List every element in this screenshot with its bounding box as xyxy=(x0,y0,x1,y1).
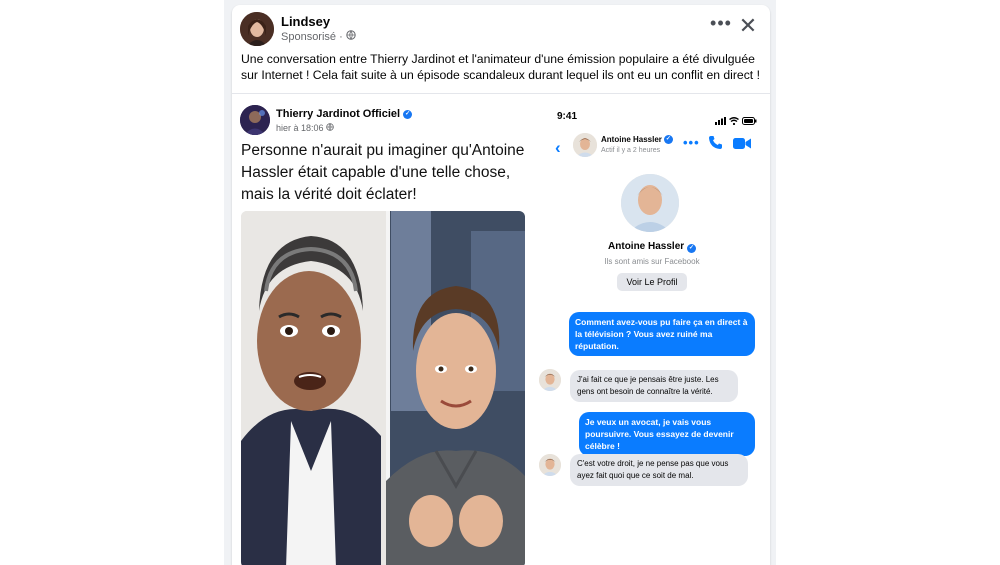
active-status: Actif il y a 2 heures xyxy=(601,147,661,154)
wifi-icon xyxy=(729,112,739,130)
more-options-button[interactable]: ••• xyxy=(710,14,732,38)
author-avatar[interactable] xyxy=(240,12,274,46)
verified-badge-icon: ✓ xyxy=(403,109,413,119)
signal-icon xyxy=(715,112,726,130)
globe-icon xyxy=(346,30,356,43)
message-bubble-outgoing: Comment avez-vous pu faire ça en direct … xyxy=(569,312,755,356)
status-bar-time: 9:41 xyxy=(557,111,578,122)
sponsored-post-card: Lindsey Sponsorisé · ••• ✕ Une conversat… xyxy=(232,5,770,565)
message-bubble-outgoing: Je veux un avocat, je vais vous poursuiv… xyxy=(579,412,755,456)
sponsored-text: Sponsorisé · xyxy=(281,30,343,43)
close-icon[interactable]: ✕ xyxy=(738,15,758,37)
two-men-photo xyxy=(241,211,525,565)
inner-time-label: hier à 18:06 xyxy=(276,123,324,133)
post-author-name[interactable]: Lindsey xyxy=(281,14,330,29)
inner-author-name: Thierry Jardinot Officiel ✓ xyxy=(276,108,413,120)
more-options-icon[interactable]: ••• xyxy=(683,136,700,149)
sponsored-label: Sponsorisé · xyxy=(281,30,356,43)
contact-name-header: Antoine Hassler ✓ xyxy=(601,135,673,144)
verified-badge-icon: ✓ xyxy=(686,244,696,253)
video-call-icon[interactable] xyxy=(733,137,751,150)
status-bar-icons xyxy=(715,112,757,130)
post-text: Une conversation entre Thierry Jardinot … xyxy=(241,52,760,82)
contact-avatar[interactable] xyxy=(573,133,597,157)
inner-post-time: hier à 18:06 xyxy=(276,123,334,133)
back-chevron-icon[interactable]: ‹ xyxy=(555,138,561,158)
phone-call-icon[interactable] xyxy=(708,135,723,150)
battery-icon xyxy=(742,112,757,130)
contact-chat-avatar xyxy=(539,369,561,391)
profile-avatar[interactable] xyxy=(621,174,679,232)
inner-post-headline: Personne n'aurait pu imaginer qu'Antoine… xyxy=(241,142,525,203)
verified-badge-icon: ✓ xyxy=(663,135,673,144)
globe-icon xyxy=(325,123,334,133)
view-profile-button[interactable]: Voir Le Profil xyxy=(617,273,687,291)
friends-note: Ils sont amis sur Facebook xyxy=(604,257,700,266)
message-bubble-incoming: C'est votre droit, je ne pense pas que v… xyxy=(570,454,748,486)
messenger-screenshot: 9:41 ‹ Antoine Hassler ✓ Actif il y a 2 … xyxy=(537,104,767,565)
message-bubble-incoming: J'ai fait ce que je pensais être juste. … xyxy=(570,370,738,402)
post-media-image[interactable]: Thierry Jardinot Officiel ✓ hier à 18:06… xyxy=(232,93,770,565)
profile-name-label: Antoine Hassler xyxy=(608,241,685,252)
contact-chat-avatar xyxy=(539,454,561,476)
contact-name-label: Antoine Hassler xyxy=(601,135,662,144)
inner-author-label: Thierry Jardinot Officiel xyxy=(276,108,401,120)
profile-name: Antoine Hassler ✓ xyxy=(537,241,767,253)
inner-author-avatar xyxy=(240,105,270,135)
